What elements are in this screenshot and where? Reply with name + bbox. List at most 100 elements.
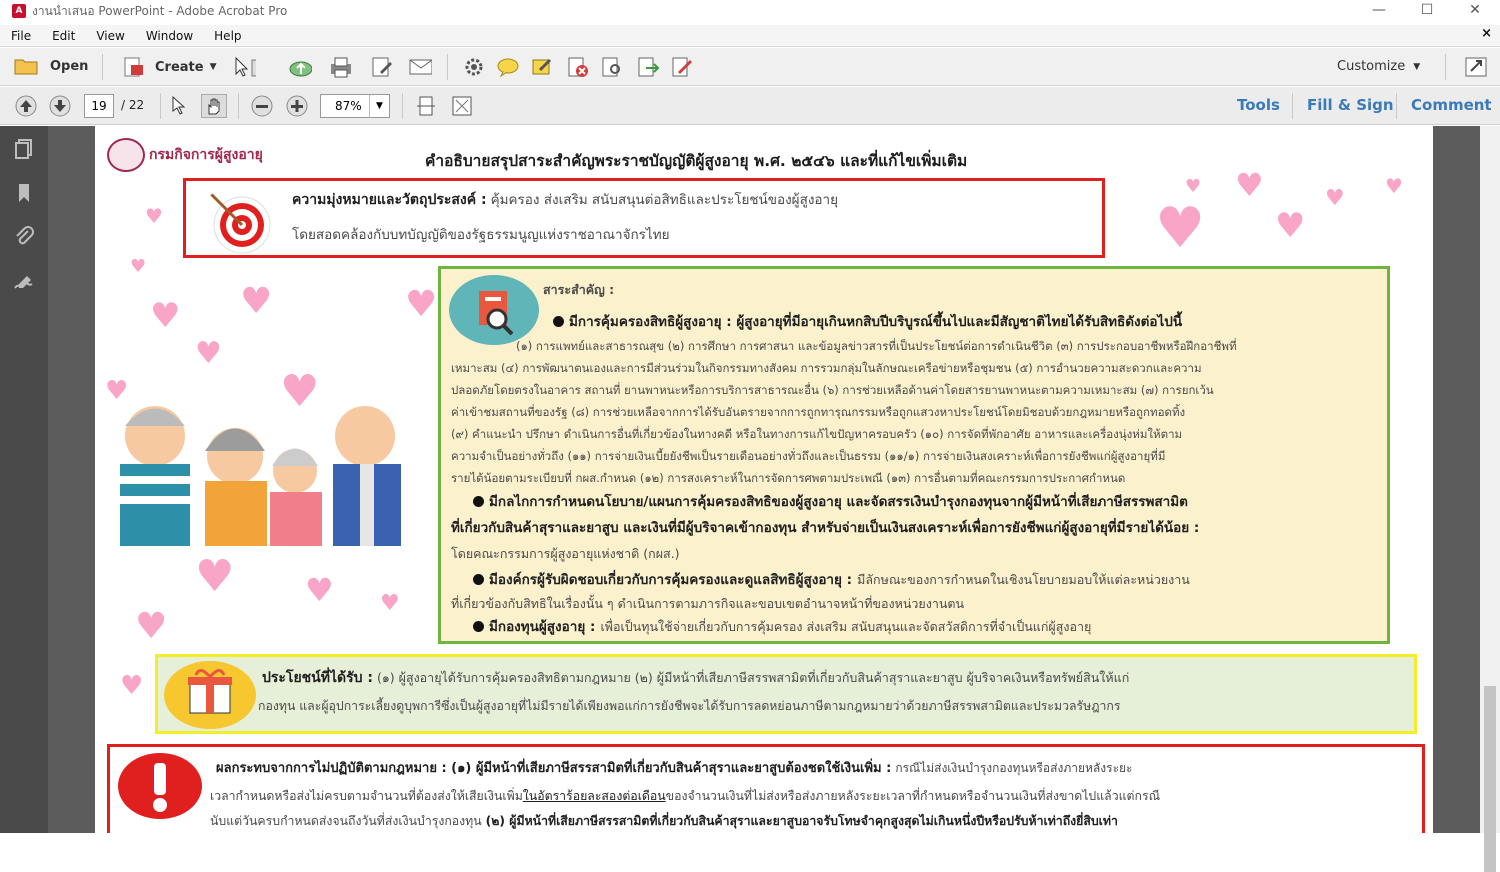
heart-decoration: ♥ bbox=[240, 281, 273, 322]
expand-icon[interactable] bbox=[1464, 56, 1488, 78]
navigation-toolbar: 19 / 22 87% ▼ Tools Fill & Sign Comment bbox=[0, 87, 1500, 125]
department-seal-icon bbox=[107, 138, 145, 172]
target-icon bbox=[204, 187, 271, 254]
customize-label: Customize bbox=[1337, 59, 1406, 74]
edit-document-icon[interactable] bbox=[370, 56, 394, 78]
next-page-icon[interactable] bbox=[48, 95, 72, 117]
impact-heading: ผลกระทบจากการไม่ปฏิบัติตามกฎหมาย : (๑) ผ… bbox=[216, 761, 892, 776]
rights-line: (๙) คำแนะนำ ปรึกษา ดำเนินการอื่นที่เกี่ย… bbox=[451, 427, 1183, 441]
print-icon[interactable] bbox=[328, 56, 352, 78]
essence-bullet-4: มีกองทุนผู้สูงอายุ : เพื่อเป็นทุนใช้จ่าย… bbox=[473, 615, 1091, 638]
essence-heading: สาระสำคัญ : bbox=[543, 282, 615, 297]
zoom-in-icon[interactable] bbox=[285, 95, 309, 117]
objective-heading: ความมุ่งหมายและวัตถุประสงค์ : bbox=[292, 192, 487, 208]
heart-decoration: ♥ bbox=[1155, 196, 1206, 261]
select-cursor-icon[interactable] bbox=[168, 95, 192, 117]
acrobat-app-icon: A bbox=[12, 4, 26, 18]
bullet-4-text: เพื่อเป็นทุนใช้จ่ายเกี่ยวกับการคุ้มครอง … bbox=[600, 619, 1092, 634]
heart-decoration: ♥ bbox=[1385, 174, 1403, 198]
fit-width-icon[interactable] bbox=[414, 95, 438, 117]
heart-decoration: ♥ bbox=[120, 671, 144, 701]
gift-icon bbox=[164, 661, 256, 729]
objective-section: ความมุ่งหมายและวัตถุประสงค์ : คุ้มครอง ส… bbox=[183, 178, 1105, 258]
bullet-1-heading: มีการคุ้มครองสิทธิผู้สูงอายุ : ผู้สูงอาย… bbox=[569, 314, 1183, 330]
menu-help[interactable]: Help bbox=[203, 29, 251, 43]
customize-button[interactable]: Customize ▼ bbox=[1337, 59, 1420, 74]
document-title: คำอธิบายสรุปสาระสำคัญพระราชบัญญัติผู้สูง… bbox=[425, 152, 968, 170]
navigation-pane bbox=[0, 126, 48, 833]
remove-pdf-icon[interactable] bbox=[566, 56, 590, 78]
vertical-scrollbar[interactable] bbox=[1480, 126, 1500, 872]
heart-decoration: ♥ bbox=[150, 296, 181, 336]
create-button[interactable]: Create ▼ bbox=[122, 56, 217, 78]
cloud-upload-icon[interactable] bbox=[288, 56, 312, 78]
heart-decoration: ♥ bbox=[135, 606, 168, 647]
page-thumbnails-icon[interactable] bbox=[13, 138, 35, 160]
comment-link[interactable]: Comment bbox=[1411, 96, 1492, 114]
heart-decoration: ♥ bbox=[1185, 176, 1202, 197]
zoom-level-select[interactable]: 87% ▼ bbox=[320, 94, 390, 118]
rights-line: รายได้น้อยตามระเบียบที่ กผส.กำหนด (๑๒) ก… bbox=[451, 471, 1126, 485]
sign-document-icon[interactable] bbox=[670, 56, 694, 78]
bullet-icon bbox=[473, 574, 484, 585]
close-document-button[interactable]: × bbox=[1481, 26, 1492, 41]
hand-tool-icon[interactable] bbox=[201, 94, 227, 118]
menu-bar: File Edit View Window Help × bbox=[0, 25, 1500, 47]
rights-line: ค่าเข้าชมสถานที่ของรัฐ (๘) การช่วยเหลือจ… bbox=[451, 405, 1186, 419]
previous-page-icon[interactable] bbox=[14, 95, 38, 117]
comment-bubble-icon[interactable] bbox=[496, 56, 520, 78]
heart-decoration: ♥ bbox=[145, 204, 163, 228]
heart-decoration: ♥ bbox=[1235, 166, 1264, 204]
menu-view[interactable]: View bbox=[85, 29, 134, 43]
signature-icon[interactable] bbox=[13, 272, 35, 294]
bullet-2-line2: ที่เกี่ยวกับสินค้าสุราและยาสูบ และเงินที… bbox=[451, 520, 1200, 536]
email-icon[interactable] bbox=[408, 56, 432, 78]
heart-decoration: ♥ bbox=[405, 284, 438, 325]
fill-sign-link[interactable]: Fill & Sign bbox=[1307, 96, 1394, 114]
benefit-line1: (๑) ผู้สูงอายุได้รับการคุ้มครองสิทธิตามก… bbox=[376, 670, 1130, 685]
elderly-people-illustration bbox=[120, 406, 401, 546]
bullet-2-line1: มีกลไกการกำหนดนโยบาย/แผนการคุ้มครองสิทธิ… bbox=[489, 494, 1188, 510]
essence-bullet-1: มีการคุ้มครองสิทธิผู้สูงอายุ : ผู้สูงอาย… bbox=[553, 311, 1182, 333]
impact-rate-underlined: ในอัตราร้อยละสองต่อเดือน bbox=[522, 789, 666, 803]
gear-icon[interactable] bbox=[462, 56, 486, 78]
menu-window[interactable]: Window bbox=[135, 29, 203, 43]
menu-file[interactable]: File bbox=[0, 29, 41, 43]
maximize-button[interactable]: ☐ bbox=[1404, 0, 1450, 22]
impact-section: ผลกระทบจากการไม่ปฏิบัติตามกฎหมาย : (๑) ผ… bbox=[107, 744, 1425, 833]
page-total: / 22 bbox=[121, 98, 145, 112]
benefit-heading: ประโยชน์ที่ได้รับ : bbox=[262, 670, 373, 686]
export-pdf-icon[interactable] bbox=[636, 56, 660, 78]
create-pdf-icon bbox=[124, 57, 143, 77]
rights-line: ปลอดภัยโดยตรงในอาคาร สถานที่ ยานพาหนะหรื… bbox=[451, 383, 1214, 397]
open-button[interactable]: Open bbox=[14, 56, 88, 76]
zoom-out-icon[interactable] bbox=[250, 95, 274, 117]
scrollbar-thumb[interactable] bbox=[1484, 686, 1496, 872]
essence-bullet-2: มีกลไกการกำหนดนโยบาย/แผนการคุ้มครองสิทธิ… bbox=[451, 489, 1381, 567]
search-document-icon[interactable] bbox=[600, 56, 624, 78]
menu-edit[interactable]: Edit bbox=[41, 29, 85, 43]
objective-line2: โดยสอดคล้องกับบทบัญญัติของรัฐธรรมนูญแห่ง… bbox=[292, 227, 670, 243]
chevron-down-icon[interactable]: ▼ bbox=[369, 95, 389, 117]
tools-link[interactable]: Tools bbox=[1237, 96, 1280, 114]
impact-heading-tail: กรณีไม่ส่งเงินบำรุงกองทุนหรือส่งภายหลังร… bbox=[895, 761, 1133, 775]
highlight-icon[interactable] bbox=[530, 56, 554, 78]
heart-decoration: ♥ bbox=[1275, 206, 1306, 246]
impact-line2: เวลากำหนดหรือส่งไม่ครบตามจำนวนที่ต้องส่ง… bbox=[210, 785, 1160, 807]
bullet-icon bbox=[473, 621, 484, 632]
bookmark-icon[interactable] bbox=[13, 182, 35, 204]
impact-line3a: นับแต่วันครบกำหนดส่งจนถึงวันที่ส่งเงินบำ… bbox=[210, 814, 482, 828]
close-window-button[interactable]: ✕ bbox=[1452, 0, 1498, 22]
heart-decoration: ♥ bbox=[380, 591, 400, 616]
impact-line3b: (๒) ผู้มีหน้าที่เสียภาษีสรรสามิตที่เกี่ย… bbox=[485, 814, 1118, 828]
cursor-save-icon[interactable] bbox=[232, 56, 256, 78]
objective-line1: คุ้มครอง ส่งเสริม สนับสนุนต่อสิทธิและประ… bbox=[490, 192, 839, 208]
title-bar: A งานนำเสนอ PowerPoint - Adobe Acrobat P… bbox=[0, 0, 1500, 22]
bullet-4-heading: มีกองทุนผู้สูงอายุ : bbox=[489, 619, 596, 635]
page-number-input[interactable]: 19 bbox=[84, 94, 114, 118]
minimize-button[interactable]: — bbox=[1356, 0, 1402, 22]
fit-page-icon[interactable] bbox=[450, 95, 474, 117]
essence-section: สาระสำคัญ : มีการคุ้มครองสิทธิผู้สูงอายุ… bbox=[438, 266, 1390, 644]
paperclip-icon[interactable] bbox=[13, 226, 35, 248]
create-label: Create bbox=[155, 59, 204, 75]
